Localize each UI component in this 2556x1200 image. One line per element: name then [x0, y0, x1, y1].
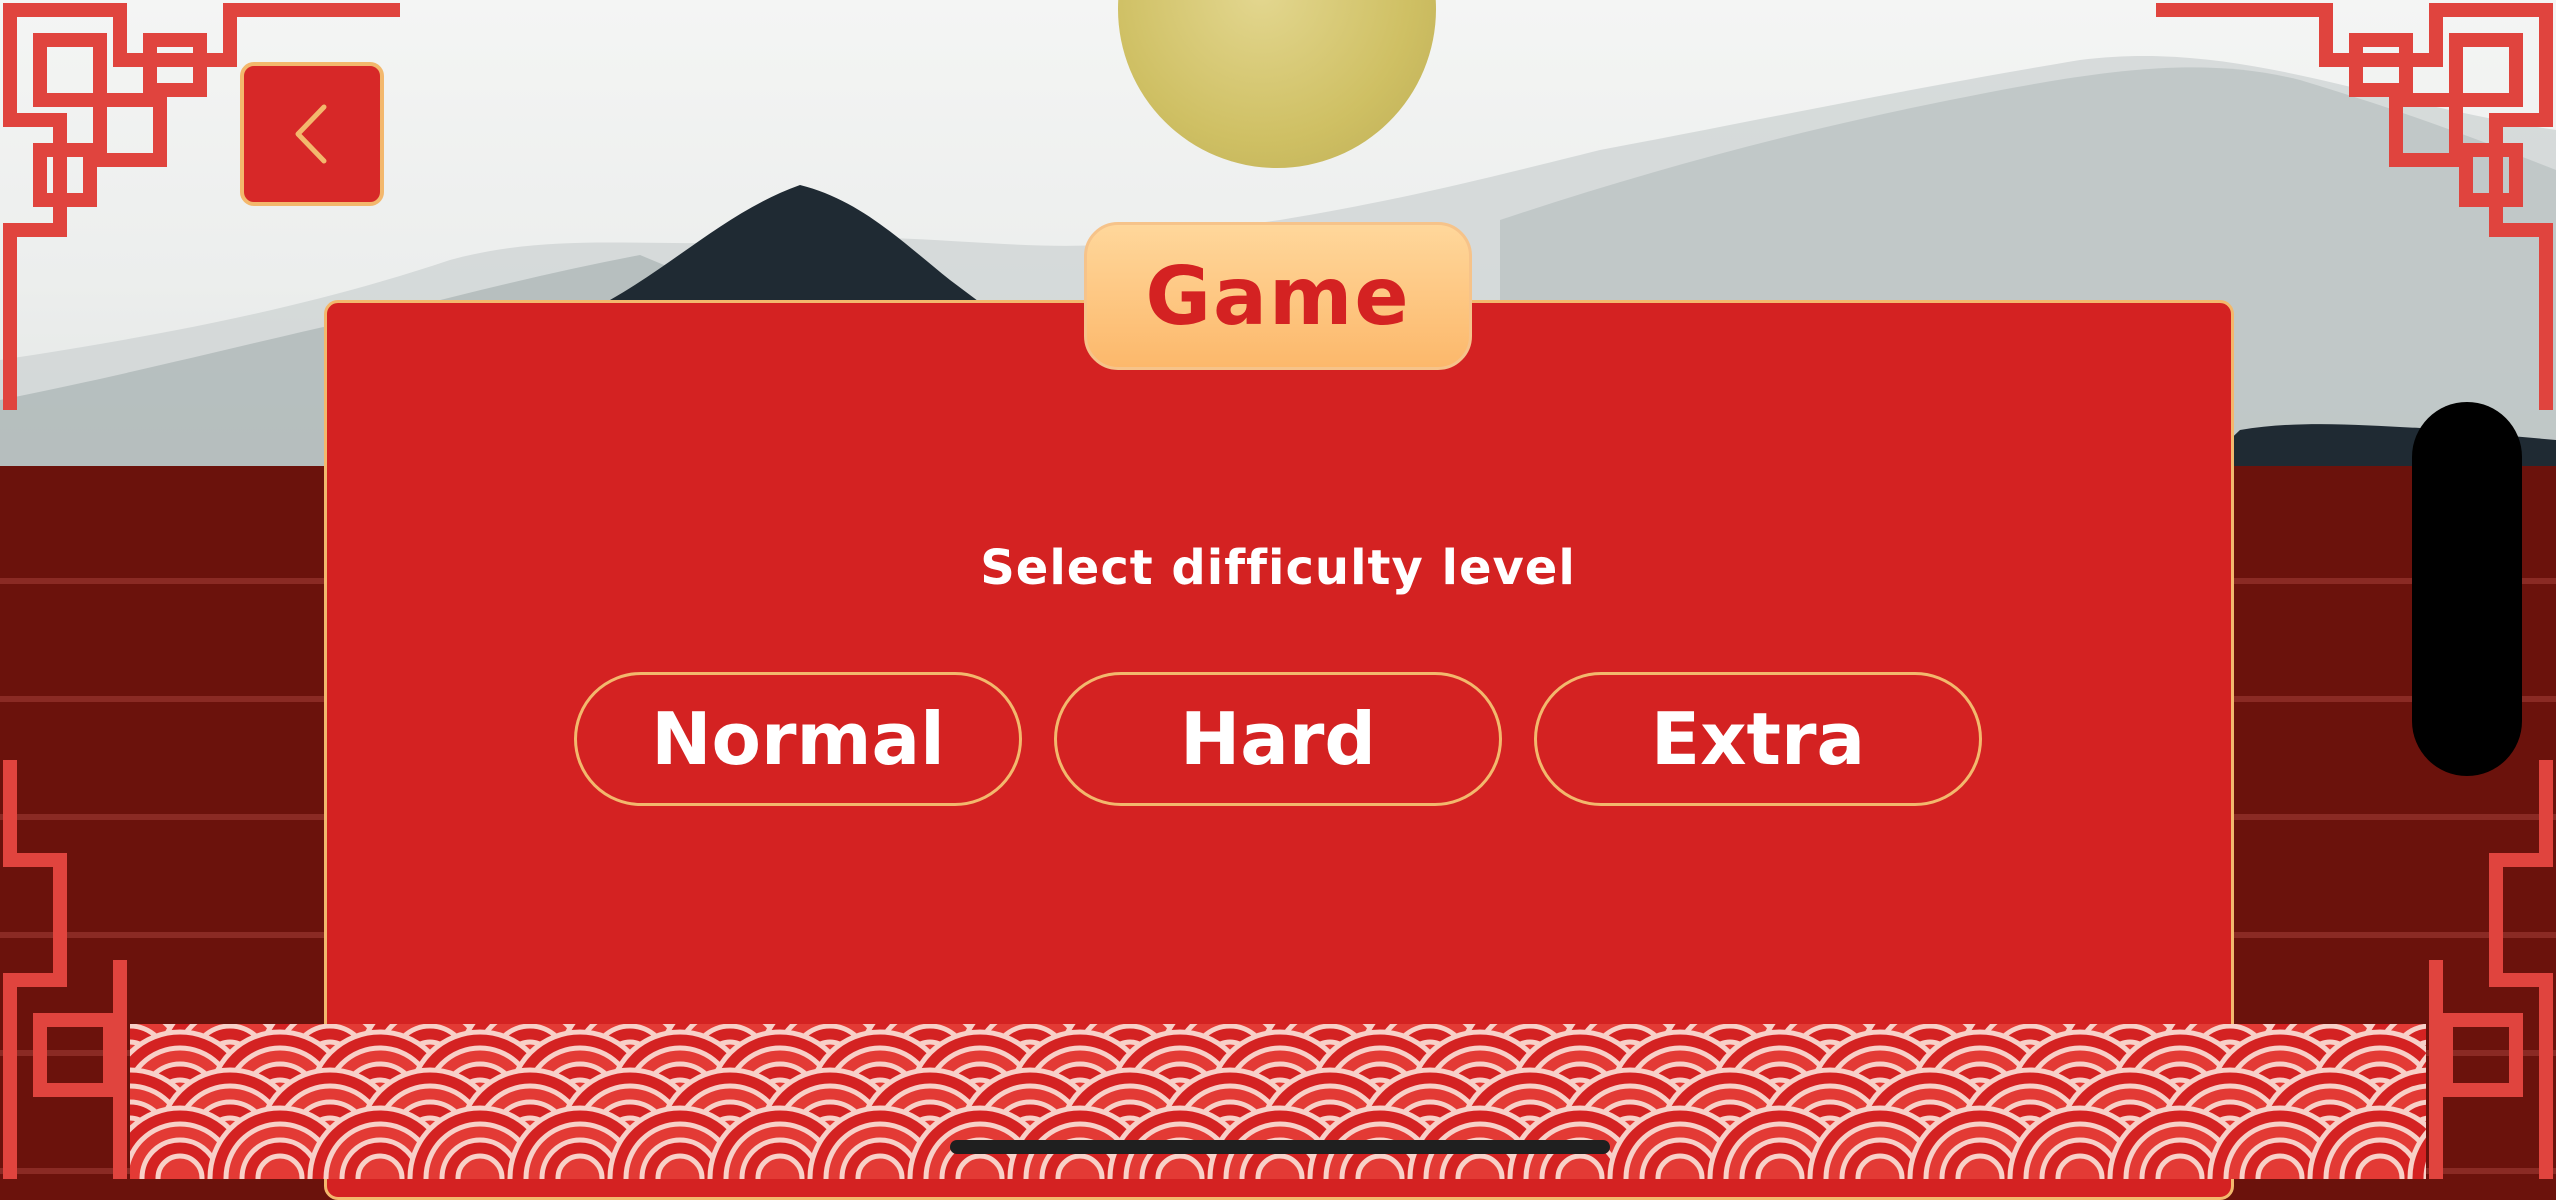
normal-label: Normal: [651, 697, 945, 781]
title-tab: Game: [1084, 222, 1472, 370]
chevron-left-icon: [295, 104, 327, 164]
normal-difficulty-button[interactable]: Normal: [574, 672, 1022, 806]
extra-difficulty-button[interactable]: Extra: [1534, 672, 1982, 806]
difficulty-prompt: Select difficulty level: [980, 540, 1576, 596]
home-indicator[interactable]: [950, 1140, 1610, 1154]
extra-label: Extra: [1650, 697, 1866, 781]
hard-label: Hard: [1180, 697, 1376, 781]
page-title: Game: [1145, 249, 1411, 343]
hard-difficulty-button[interactable]: Hard: [1054, 672, 1502, 806]
camera-notch: [2412, 402, 2522, 776]
wave-pattern: [130, 1024, 2426, 1179]
back-button[interactable]: [240, 62, 384, 206]
